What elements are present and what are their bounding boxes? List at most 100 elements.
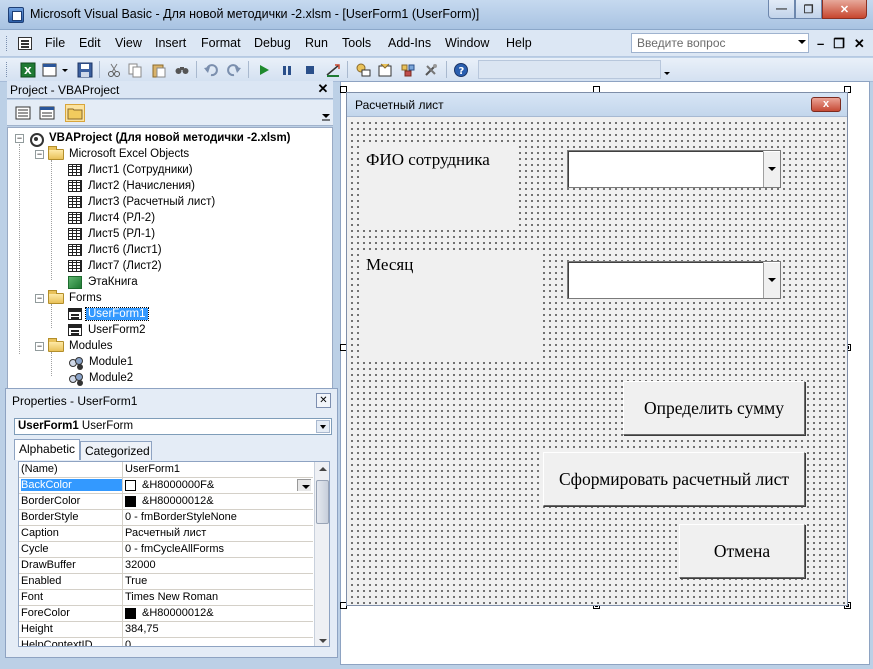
view-object-button[interactable] bbox=[37, 104, 57, 122]
run-icon[interactable] bbox=[256, 62, 272, 78]
property-row[interactable]: (Name) UserForm1 bbox=[19, 462, 313, 478]
menu-run[interactable]: Run bbox=[305, 36, 328, 50]
tree-item-sheet1[interactable]: Лист1 (Сотрудники) bbox=[68, 162, 195, 178]
toolbox-icon[interactable] bbox=[423, 62, 439, 78]
mdi-minimize-icon[interactable]: – bbox=[817, 36, 824, 52]
scroll-up-icon[interactable] bbox=[319, 467, 327, 471]
menu-window[interactable]: Window bbox=[445, 36, 489, 50]
property-row[interactable]: Cycle 0 - fmCycleAllForms bbox=[19, 542, 313, 558]
property-row[interactable]: BorderColor &H80000012& bbox=[19, 494, 313, 510]
determine-sum-button[interactable]: Определить сумму bbox=[623, 381, 805, 435]
tree-item-userform2[interactable]: UserForm2 bbox=[68, 322, 148, 338]
tree-item-userform1[interactable]: UserForm1 bbox=[68, 306, 149, 322]
toolbar-overflow-icon[interactable] bbox=[321, 110, 331, 122]
help-icon[interactable]: ? bbox=[453, 62, 469, 78]
combobox-month[interactable] bbox=[567, 261, 781, 299]
collapse-icon[interactable]: − bbox=[35, 150, 44, 159]
chevron-down-icon[interactable] bbox=[763, 262, 780, 298]
scroll-thumb[interactable] bbox=[316, 480, 329, 524]
menu-insert[interactable]: Insert bbox=[155, 36, 186, 50]
property-row[interactable]: Enabled True bbox=[19, 574, 313, 590]
dropdown-arrow-icon[interactable] bbox=[60, 62, 70, 78]
reset-icon[interactable] bbox=[302, 62, 318, 78]
object-selector[interactable]: UserForm1 UserForm bbox=[14, 418, 332, 435]
property-row[interactable]: Font Times New Roman bbox=[19, 590, 313, 606]
tab-alphabetic[interactable]: Alphabetic bbox=[14, 439, 80, 460]
menu-edit[interactable]: Edit bbox=[79, 36, 101, 50]
property-row[interactable]: ForeColor &H80000012& bbox=[19, 606, 313, 622]
userform[interactable]: Расчетный лист x ФИО сотрудника Месяц Оп… bbox=[346, 92, 848, 606]
ask-question-input[interactable]: Введите вопрос bbox=[631, 33, 809, 53]
tree-folder-excel-objects[interactable]: Microsoft Excel Objects bbox=[48, 145, 191, 162]
cut-icon[interactable] bbox=[106, 62, 122, 78]
tree-item-module1[interactable]: Module1 bbox=[68, 354, 135, 370]
toolbar-grip[interactable] bbox=[6, 62, 7, 77]
project-explorer-icon[interactable] bbox=[355, 62, 371, 78]
view-code-button[interactable] bbox=[13, 104, 33, 122]
property-row[interactable]: HelpContextID 0 bbox=[19, 638, 313, 646]
property-row[interactable]: DrawBuffer 32000 bbox=[19, 558, 313, 574]
property-row[interactable]: Caption Расчетный лист bbox=[19, 526, 313, 542]
userform-close-icon[interactable]: x bbox=[811, 97, 841, 112]
object-browser-icon[interactable] bbox=[400, 62, 416, 78]
break-icon[interactable] bbox=[279, 62, 295, 78]
cancel-button[interactable]: Отмена bbox=[679, 524, 805, 578]
property-grid-scrollbar[interactable] bbox=[314, 462, 329, 646]
property-row[interactable]: BorderStyle 0 - fmBorderStyleNone bbox=[19, 510, 313, 526]
combobox-employee[interactable] bbox=[567, 150, 781, 188]
toggle-folders-button[interactable] bbox=[65, 104, 85, 122]
tree-item-vbaproject[interactable]: VBAProject (Для новой методички -2.xlsm) bbox=[28, 130, 293, 147]
menu-tools[interactable]: Tools bbox=[342, 36, 371, 50]
chevron-down-icon[interactable] bbox=[316, 420, 330, 433]
tree-item-sheet6[interactable]: Лист6 (Лист1) bbox=[68, 242, 164, 258]
redo-icon[interactable] bbox=[226, 62, 242, 78]
mdi-restore-icon[interactable]: ❐ bbox=[833, 36, 845, 52]
save-icon[interactable] bbox=[77, 62, 93, 78]
tree-item-sheet2[interactable]: Лист2 (Начисления) bbox=[68, 178, 197, 194]
collapse-icon[interactable]: − bbox=[35, 294, 44, 303]
tree-folder-forms[interactable]: Forms bbox=[48, 289, 104, 306]
vba-window-icon[interactable] bbox=[18, 37, 32, 50]
close-icon[interactable]: ✕ bbox=[316, 393, 331, 408]
tree-folder-modules[interactable]: Modules bbox=[48, 337, 114, 354]
chevron-down-icon[interactable] bbox=[763, 151, 780, 187]
property-row[interactable]: BackColor &H8000000F& bbox=[19, 478, 313, 494]
tree-item-sheet5[interactable]: Лист5 (РЛ-1) bbox=[68, 226, 157, 242]
minimize-button[interactable]: — bbox=[768, 0, 795, 19]
tree-item-module2[interactable]: Module2 bbox=[68, 370, 135, 386]
property-row[interactable]: Height 384,75 bbox=[19, 622, 313, 638]
insert-userform-icon[interactable] bbox=[42, 62, 58, 78]
collapse-icon[interactable]: − bbox=[35, 342, 44, 351]
menu-help[interactable]: Help bbox=[506, 36, 532, 50]
close-icon[interactable]: ✕ bbox=[316, 82, 330, 96]
scroll-down-icon[interactable] bbox=[319, 639, 327, 643]
generate-payslip-button[interactable]: Сформировать расчетный лист bbox=[543, 452, 805, 506]
menu-debug[interactable]: Debug bbox=[254, 36, 291, 50]
tree-item-thisworkbook[interactable]: ЭтаКнига bbox=[68, 274, 140, 290]
tab-categorized[interactable]: Categorized bbox=[80, 441, 152, 460]
find-icon[interactable] bbox=[174, 62, 190, 78]
menu-grip[interactable] bbox=[6, 36, 9, 51]
properties-window-icon[interactable] bbox=[377, 62, 393, 78]
tree-item-sheet3[interactable]: Лист3 (Расчетный лист) bbox=[68, 194, 217, 210]
design-mode-icon[interactable] bbox=[325, 62, 341, 78]
menu-format[interactable]: Format bbox=[201, 36, 241, 50]
menu-view[interactable]: View bbox=[115, 36, 142, 50]
copy-icon[interactable] bbox=[127, 62, 143, 78]
close-button[interactable]: ✕ bbox=[822, 0, 867, 19]
undo-icon[interactable] bbox=[203, 62, 219, 78]
collapse-icon[interactable]: − bbox=[15, 134, 24, 143]
tree-item-sheet4[interactable]: Лист4 (РЛ-2) bbox=[68, 210, 157, 226]
mdi-close-icon[interactable]: ✕ bbox=[854, 36, 865, 52]
tree-item-sheet7[interactable]: Лист7 (Лист2) bbox=[68, 258, 164, 274]
label-month[interactable]: Месяц bbox=[360, 251, 540, 361]
menu-file[interactable]: File bbox=[45, 36, 65, 50]
chevron-down-icon[interactable] bbox=[798, 40, 806, 44]
maximize-button[interactable]: ❐ bbox=[795, 0, 822, 19]
excel-icon[interactable]: X bbox=[20, 62, 36, 78]
chevron-down-icon[interactable] bbox=[297, 479, 311, 491]
menu-add-ins[interactable]: Add-Ins bbox=[388, 36, 431, 50]
label-employee[interactable]: ФИО сотрудника bbox=[360, 146, 518, 230]
toolbar-overflow-icon[interactable] bbox=[662, 62, 672, 78]
paste-icon[interactable] bbox=[151, 62, 167, 78]
